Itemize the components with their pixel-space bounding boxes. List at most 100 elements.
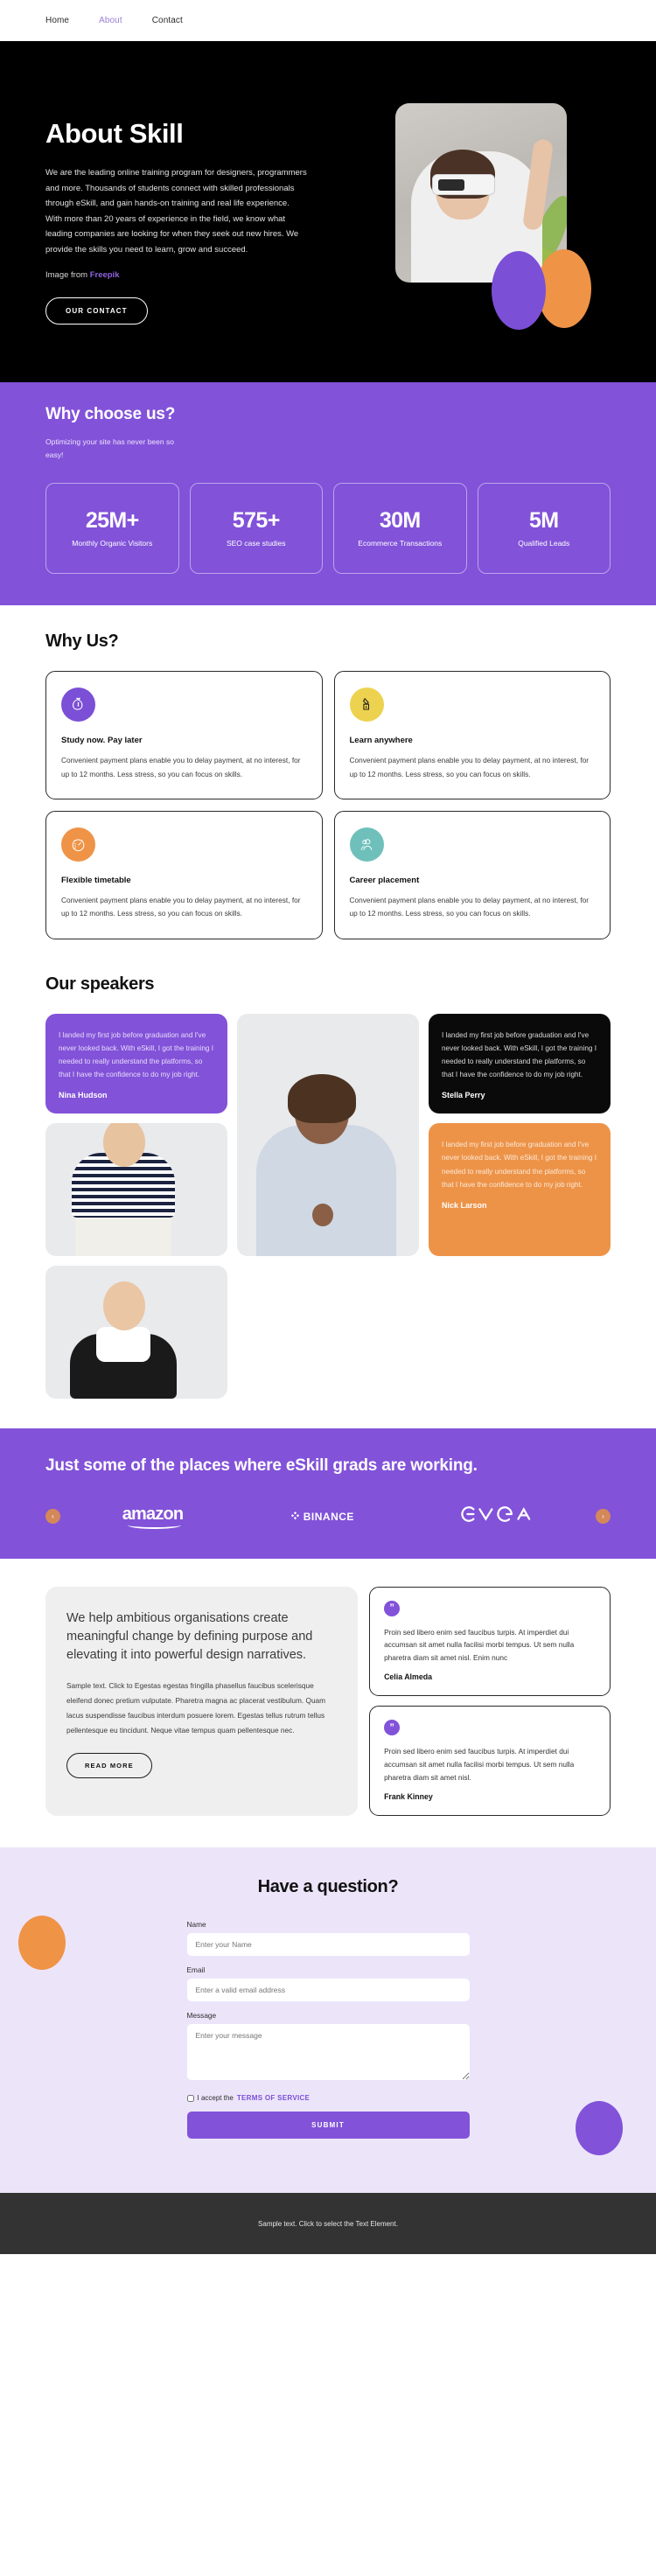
amazon-logo: amazon — [122, 1504, 184, 1529]
stat-number: 30M — [379, 508, 421, 534]
organisations-card: We help ambitious organisations create m… — [45, 1586, 359, 1817]
brands-section: Just some of the places where eSkill gra… — [0, 1428, 656, 1559]
money-bag-icon — [61, 688, 95, 723]
stat-label: Ecommerce Transactions — [358, 539, 443, 548]
message-label: Message — [186, 2011, 217, 2021]
hero-description: We are the leading online training progr… — [45, 168, 307, 255]
terms-row: I accept the TERMS OF SERVICE — [186, 2094, 470, 2103]
feature-title: Flexible timetable — [61, 875, 131, 885]
footer-text: Sample text. Click to select the Text El… — [258, 2219, 398, 2228]
speaker-quote-card: I landed my first job before graduation … — [429, 1013, 611, 1114]
submit-button[interactable]: SUBMIT — [186, 2112, 470, 2140]
testimonial-card: ” Proin sed libero enim sed faucibus tur… — [369, 1586, 611, 1697]
feature-description: Convenient payment plans enable you to d… — [61, 756, 301, 778]
page-title: About Skill — [45, 118, 184, 149]
feature-description: Convenient payment plans enable you to d… — [349, 895, 590, 918]
why-us-section: Why Us? Study now. Pay later Convenient … — [0, 605, 656, 964]
contact-form-section: Have a question? Name Email Message I ac… — [0, 1847, 656, 2194]
stat-label: Monthly Organic Visitors — [72, 539, 153, 548]
speakers-heading: Our speakers — [45, 974, 155, 994]
feature-card[interactable]: Learn anywhere Convenient payment plans … — [333, 671, 611, 799]
feature-description: Convenient payment plans enable you to d… — [61, 895, 301, 918]
contact-form: Name Email Message I accept the TERMS OF… — [186, 1920, 470, 2140]
feature-card[interactable]: Study now. Pay later Convenient payment … — [45, 671, 323, 799]
nav-item-about[interactable]: About — [99, 16, 122, 25]
stat-label: Qualified Leads — [518, 539, 570, 548]
speaker-quote-card: I landed my first job before graduation … — [45, 1013, 227, 1114]
name-label: Name — [186, 1920, 206, 1930]
read-more-button[interactable]: READ MORE — [66, 1752, 152, 1778]
carousel-prev-icon[interactable]: ‹ — [45, 1509, 60, 1525]
nav-item-home[interactable]: Home — [45, 16, 69, 25]
binance-logo-text: BINANCE — [303, 1510, 354, 1523]
hero-purple-blob — [492, 251, 546, 331]
form-purple-blob — [576, 2101, 623, 2156]
stat-card: 5M Qualified Leads — [477, 483, 611, 575]
photo-hair — [288, 1074, 356, 1124]
image-credit: Image from Freepik — [45, 270, 334, 280]
stat-card: 30M Ecommerce Transactions — [333, 483, 467, 575]
our-contact-button[interactable]: OUR CONTACT — [45, 297, 148, 325]
hero-media — [334, 90, 611, 331]
accept-terms-checkbox[interactable] — [186, 2094, 194, 2102]
photo-shirt — [256, 1125, 396, 1257]
email-input[interactable] — [186, 1979, 470, 2002]
stats-section: Why choose us? Optimizing your site has … — [0, 382, 656, 606]
freepik-link[interactable]: Freepik — [90, 270, 120, 280]
feature-title: Career placement — [349, 875, 420, 885]
speaker-name: Stella Perry — [442, 1091, 485, 1100]
photo-blouse — [96, 1327, 150, 1363]
feature-grid: Study now. Pay later Convenient payment … — [45, 671, 611, 939]
stats-subheading: Optimizing your site has never been so e… — [45, 437, 174, 459]
feature-title: Study now. Pay later — [61, 736, 143, 746]
speaker-photo-woman-striped — [45, 1123, 227, 1257]
stats-heading: Why choose us? — [45, 405, 176, 424]
speaker-name: Nina Hudson — [59, 1091, 108, 1100]
vr-headset-icon — [432, 174, 495, 195]
quote-icon: ” — [384, 1720, 401, 1736]
binance-logo: BINANCE — [290, 1511, 354, 1523]
stats-grid: 25M+ Monthly Organic Visitors 575+ SEO c… — [45, 483, 611, 575]
stat-card: 575+ SEO case studies — [189, 483, 323, 575]
speaker-quote-text: I landed my first job before graduation … — [442, 1141, 597, 1189]
image-credit-prefix: Image from — [45, 270, 90, 281]
speaker-quote-text: I landed my first job before graduation … — [59, 1030, 214, 1079]
nav-item-contact[interactable]: Contact — [152, 16, 183, 25]
speaker-name: Nick Larson — [442, 1201, 487, 1210]
evga-logo — [460, 1504, 534, 1529]
people-icon — [349, 827, 384, 862]
why-us-heading: Why Us? — [45, 632, 119, 652]
stat-label: SEO case studies — [226, 539, 286, 548]
organisations-heading: We help ambitious organisations create m… — [66, 1610, 313, 1662]
testimonial-text: Proin sed libero enim sed faucibus turpi… — [384, 1747, 575, 1783]
carousel-next-icon[interactable]: › — [596, 1509, 611, 1525]
stat-number: 5M — [528, 508, 559, 534]
form-orange-blob — [18, 1916, 66, 1971]
message-textarea[interactable] — [186, 2024, 470, 2081]
stat-card: 25M+ Monthly Organic Visitors — [45, 483, 179, 575]
email-label: Email — [186, 1965, 206, 1975]
brand-logo-list: amazon BINANCE — [60, 1504, 596, 1529]
quote-icon: ” — [384, 1600, 401, 1616]
name-input[interactable] — [186, 1933, 470, 1957]
form-heading: Have a question? — [257, 1877, 399, 1897]
testimonial-text: Proin sed libero enim sed faucibus turpi… — [384, 1627, 575, 1663]
photo-face — [103, 1281, 145, 1331]
feature-card[interactable]: Flexible timetable Convenient payment pl… — [45, 810, 323, 939]
stat-number: 575+ — [232, 508, 281, 534]
hand-coin-icon — [349, 688, 384, 723]
testimonial-card: ” Proin sed libero enim sed faucibus tur… — [369, 1706, 611, 1817]
footer: Sample text. Click to select the Text El… — [0, 2193, 656, 2255]
feature-card[interactable]: Career placement Convenient payment plan… — [333, 810, 611, 939]
terms-of-service-link[interactable]: TERMS OF SERVICE — [237, 2094, 310, 2102]
organisations-section: We help ambitious organisations create m… — [0, 1559, 656, 1848]
stopwatch-icon — [61, 827, 95, 862]
feature-title: Learn anywhere — [349, 736, 413, 746]
speaker-photo-man — [237, 1013, 419, 1257]
testimonials-list: ” Proin sed libero enim sed faucibus tur… — [369, 1586, 611, 1817]
accept-terms-label: I accept the — [197, 2094, 234, 2103]
brands-heading: Just some of the places where eSkill gra… — [45, 1456, 478, 1476]
vr-woman-photo — [395, 103, 567, 283]
stat-number: 25M+ — [85, 508, 139, 534]
testimonial-author: Frank Kinney — [384, 1792, 433, 1802]
